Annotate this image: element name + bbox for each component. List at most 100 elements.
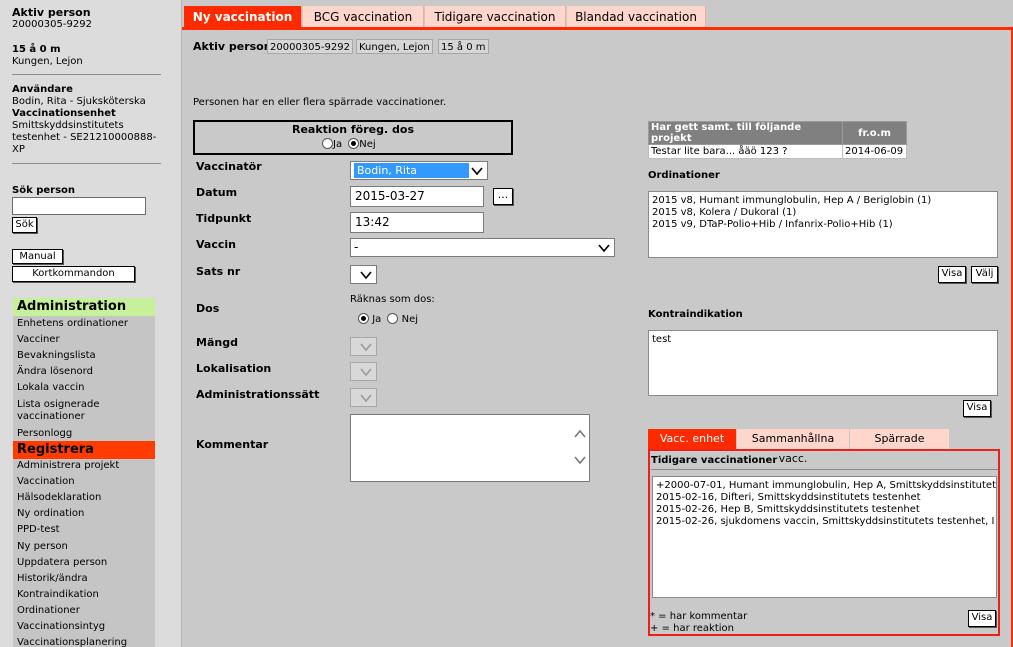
tab-ny-vaccination[interactable]: Ny vaccination bbox=[184, 6, 302, 28]
reaction-title: Reaktion föreg. dos bbox=[291, 123, 414, 136]
menu-item[interactable]: Vaccinationsintyg bbox=[17, 621, 105, 633]
vaccinator-selected-value: Bodin, Rita bbox=[354, 163, 469, 178]
menu-item[interactable]: Historik/ändra bbox=[17, 573, 88, 585]
list-item[interactable]: 2015 v8, Kolera / Dukoral (1) bbox=[652, 207, 994, 219]
search-person-label: Sök person bbox=[12, 185, 76, 196]
list-item[interactable]: +2000-07-01, Humant immunglobulin, Hep A… bbox=[656, 480, 996, 492]
menu-item[interactable]: Ny ordination bbox=[17, 508, 84, 520]
reaction-yes-radio[interactable] bbox=[322, 138, 333, 149]
menu-item[interactable]: Ordinationer bbox=[17, 605, 80, 617]
tab-sammanhallna-vacc[interactable]: Sammanhållna vacc. bbox=[737, 429, 849, 465]
previous-show-button[interactable]: Visa bbox=[968, 610, 996, 627]
menu-item[interactable]: Kontraindikation bbox=[17, 589, 99, 601]
menu-item[interactable]: Vaccinationsplanering bbox=[17, 637, 127, 647]
orders-listbox[interactable]: 2015 v8, Humant immunglobulin, Hep A / B… bbox=[648, 191, 998, 258]
menu-item[interactable]: Uppdatera person bbox=[17, 557, 107, 569]
menu-header-administration: Administration bbox=[13, 298, 155, 316]
contraindication-show-button[interactable]: Visa bbox=[963, 400, 991, 417]
date-label: Datum bbox=[196, 186, 238, 199]
date-picker-button[interactable]: ... bbox=[493, 188, 513, 205]
comment-label: Kommentar bbox=[196, 438, 269, 451]
contraindication-value: test bbox=[652, 334, 672, 345]
list-item[interactable]: 2015-02-16, Difteri, Smittskyddsinstitut… bbox=[656, 492, 993, 504]
unit-value-line1: Smittskyddsinstitutets bbox=[12, 120, 124, 131]
projects-column-header: fr.o.m bbox=[842, 121, 907, 145]
sidebar: Aktiv person 20000305-9292 15 å 0 m Kung… bbox=[0, 0, 182, 647]
comment-textarea[interactable] bbox=[350, 414, 590, 482]
dose-no-radio[interactable] bbox=[387, 313, 399, 324]
active-person-id: 20000305-9292 bbox=[12, 19, 92, 30]
tab-tidigare-vaccination[interactable]: Tidigare vaccination bbox=[425, 6, 566, 28]
legend-reaction: + = har reaktion bbox=[650, 623, 734, 634]
menu-item[interactable]: Enhetens ordinationer bbox=[17, 318, 128, 330]
tab-vacc-enhet[interactable]: Vacc. enhet bbox=[648, 429, 736, 449]
list-item[interactable]: 2015-02-26, Hep B, Smittskyddsinstitutet… bbox=[656, 504, 993, 516]
menu-item[interactable]: Lokala vaccin bbox=[17, 382, 85, 394]
location-label: Lokalisation bbox=[196, 362, 272, 375]
chevron-down-icon bbox=[598, 244, 610, 253]
vaccinator-label: Vaccinatör bbox=[196, 160, 262, 173]
blocked-vaccinations-notice: Personen har en eller flera spärrade vac… bbox=[193, 97, 447, 108]
date-input[interactable]: 2015-03-27 bbox=[350, 186, 484, 207]
dose-yes-label: Ja bbox=[372, 314, 382, 325]
active-person-bar-name: Kungen, Lejon bbox=[356, 39, 433, 54]
reaction-yes-label: Ja bbox=[333, 139, 343, 150]
batch-select[interactable] bbox=[350, 265, 377, 284]
scroll-down-icon[interactable] bbox=[573, 455, 587, 465]
amount-label: Mängd bbox=[196, 336, 238, 349]
vaccinator-select[interactable]: Bodin, Rita bbox=[350, 161, 488, 180]
menu-item[interactable]: vaccinationer bbox=[17, 411, 85, 423]
chevron-down-icon bbox=[360, 271, 372, 280]
unit-label: Vaccinationsenhet bbox=[12, 108, 116, 119]
active-person-bar-label: Aktiv person bbox=[193, 40, 272, 53]
contraindication-title: Kontraindikation bbox=[648, 309, 743, 320]
menu-item[interactable]: Vacciner bbox=[17, 334, 60, 346]
menu-item[interactable]: Lista osignerade bbox=[17, 399, 99, 411]
orders-select-button[interactable]: Välj bbox=[971, 266, 998, 283]
menu-item[interactable]: Ändra lösenord bbox=[17, 366, 93, 378]
list-item[interactable]: 2015 v9, DTaP-Polio+Hib / Infanrix-Polio… bbox=[652, 219, 994, 231]
tab-sparrade[interactable]: Spärrade bbox=[850, 429, 949, 449]
active-person-bar-age: 15 å 0 m bbox=[438, 39, 489, 54]
reaction-no-radio[interactable] bbox=[348, 138, 360, 149]
menu-item[interactable]: Vaccination bbox=[17, 476, 75, 488]
reaction-previous-dose-box: Reaktion föreg. dos Ja Nej bbox=[193, 120, 513, 155]
dose-label: Dos bbox=[196, 302, 220, 315]
tab-blandad-vaccination[interactable]: Blandad vaccination bbox=[567, 6, 706, 28]
vaccine-label: Vaccin bbox=[196, 238, 236, 251]
list-item[interactable]: 2015 v8, Humant immunglobulin, Hep A / B… bbox=[652, 195, 994, 207]
dose-yes-radio[interactable] bbox=[358, 313, 369, 324]
vaccine-select[interactable]: - bbox=[350, 238, 615, 257]
tab-bcg-vaccination[interactable]: BCG vaccination bbox=[303, 6, 424, 28]
search-person-input[interactable] bbox=[12, 197, 146, 215]
chevron-down-icon bbox=[360, 343, 372, 352]
time-input[interactable]: 13:42 bbox=[350, 212, 484, 233]
previous-vaccinations-panel: Tidigare vaccinationer +2000-07-01, Huma… bbox=[648, 449, 1000, 636]
legend-comment: * = har kommentar bbox=[650, 611, 748, 622]
contraindication-textarea[interactable]: test bbox=[648, 330, 998, 396]
menu-item[interactable]: PPD-test bbox=[17, 524, 60, 536]
unit-value-line3: XP bbox=[12, 144, 25, 155]
list-item[interactable]: 2015-02-26, sjukdomens vaccin, Smittskyd… bbox=[656, 516, 994, 528]
menu-item[interactable]: Personlogg bbox=[17, 428, 72, 440]
admin-method-select[interactable] bbox=[350, 388, 377, 407]
orders-show-button[interactable]: Visa bbox=[938, 266, 966, 283]
reaction-no-label: Nej bbox=[359, 139, 376, 150]
location-select[interactable] bbox=[350, 362, 377, 381]
projects-table: Har gett samt. till följande projekt fr.… bbox=[648, 121, 907, 159]
previous-vaccinations-list[interactable]: +2000-07-01, Humant immunglobulin, Hep A… bbox=[652, 476, 997, 598]
unit-value-line2: testenhet - SE21210000888- bbox=[12, 132, 157, 143]
shortcuts-button[interactable]: Kortkommandon bbox=[12, 266, 135, 282]
search-button[interactable]: Sök bbox=[12, 217, 37, 233]
dose-radio-group: Ja Nej bbox=[358, 313, 418, 325]
scroll-up-icon[interactable] bbox=[573, 429, 587, 439]
user-label: Användare bbox=[12, 84, 73, 95]
menu-item[interactable]: Hälsodeklaration bbox=[17, 492, 101, 504]
sidebar-divider bbox=[12, 74, 161, 75]
amount-select[interactable] bbox=[350, 337, 377, 356]
chevron-down-icon bbox=[360, 394, 372, 403]
menu-item[interactable]: Bevakningslista bbox=[17, 350, 96, 362]
menu-item[interactable]: Ny person bbox=[17, 541, 68, 553]
manual-button[interactable]: Manual bbox=[12, 249, 63, 264]
menu-item[interactable]: Administrera projekt bbox=[17, 460, 119, 472]
